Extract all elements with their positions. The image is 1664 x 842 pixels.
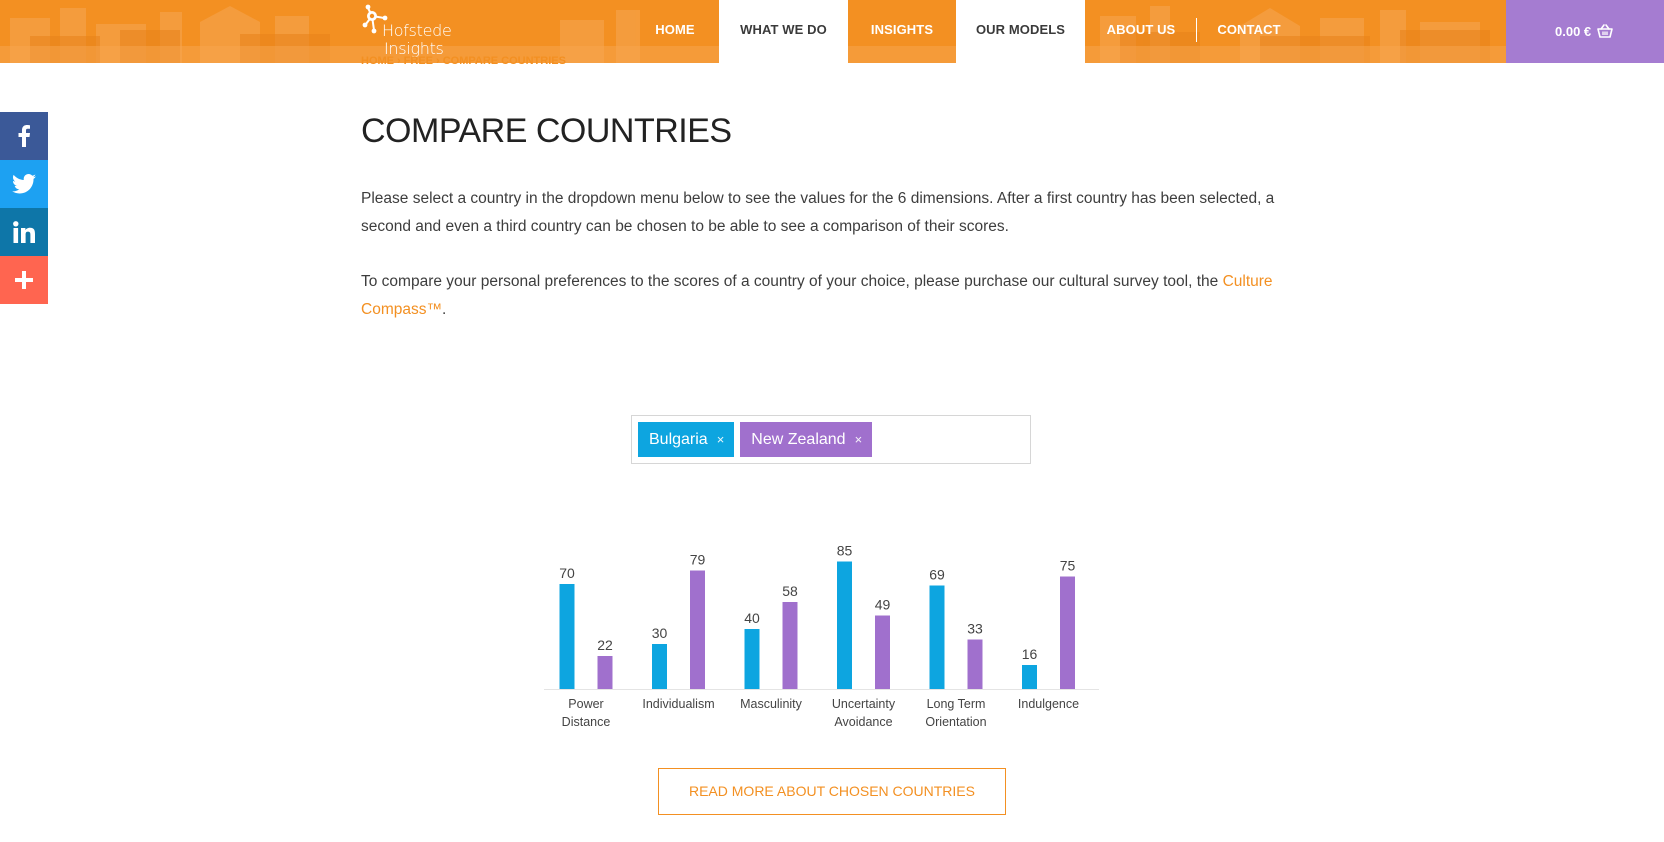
chart-data-label: 49 xyxy=(875,597,891,613)
share-twitter-button[interactable] xyxy=(0,160,48,208)
chart-bar xyxy=(1060,576,1075,689)
chart-data-label: 69 xyxy=(929,567,945,583)
breadcrumb-separator: › xyxy=(436,55,440,67)
chart-bar xyxy=(875,615,890,689)
share-facebook-button[interactable] xyxy=(0,112,48,160)
chart-category-label: Uncertainty xyxy=(832,697,896,711)
share-more-button[interactable] xyxy=(0,256,48,304)
basket-icon xyxy=(1597,23,1613,38)
nav-divider xyxy=(1196,18,1197,42)
logo-wordmark: Hofstede Insights xyxy=(382,22,452,58)
chart-data-label: 30 xyxy=(652,625,668,641)
remove-country-icon[interactable]: × xyxy=(855,432,863,447)
chart-bar xyxy=(597,656,613,689)
country-tag-bulgaria[interactable]: Bulgaria × xyxy=(638,422,735,457)
chart-data-label: 85 xyxy=(837,543,853,559)
chart-category-label: Long Term xyxy=(927,697,986,711)
intro-paragraph-2-text: To compare your personal preferences to … xyxy=(361,273,1223,290)
nav-what-we-do[interactable]: WHAT WE DO xyxy=(719,0,848,63)
chart-data-label: 22 xyxy=(597,637,613,653)
chart-data-label: 79 xyxy=(690,552,706,568)
chart-data-label: 70 xyxy=(559,565,575,581)
nav-insights[interactable]: INSIGHTS xyxy=(860,0,944,63)
nav-about-us[interactable]: ABOUT US xyxy=(1098,0,1184,63)
breadcrumb-current: COMPARE COUNTRIES xyxy=(442,55,566,67)
chart-bar xyxy=(837,561,852,689)
country-tag-label: Bulgaria xyxy=(649,430,708,448)
country-tag-new-zealand[interactable]: New Zealand × xyxy=(740,422,873,457)
country-tag-label: New Zealand xyxy=(751,430,846,448)
brand-logo[interactable]: Hofstede Insights xyxy=(360,2,480,58)
logo-line-1: Hofstede xyxy=(382,21,452,40)
intro-paragraph-2-end: . xyxy=(441,301,447,318)
plus-icon xyxy=(15,271,33,289)
cart-total: 0.00 € xyxy=(1555,23,1592,39)
twitter-icon xyxy=(12,174,36,194)
chart-category-label: Avoidance xyxy=(834,715,892,729)
remove-country-icon[interactable]: × xyxy=(717,432,725,447)
chart-data-label: 16 xyxy=(1022,646,1038,662)
site-header: Hofstede Insights HOME WHAT WE DO INSIGH… xyxy=(0,0,1664,63)
linkedin-icon xyxy=(13,221,35,243)
share-linkedin-button[interactable] xyxy=(0,208,48,256)
chart-category-label: Distance xyxy=(562,715,611,729)
country-selector[interactable]: Bulgaria × New Zealand × xyxy=(631,415,1031,464)
chart-bar xyxy=(1022,665,1037,689)
facebook-icon xyxy=(18,125,30,147)
social-share-bar xyxy=(0,112,48,304)
chart-category-label: Power xyxy=(568,697,603,711)
chart-category-label: Individualism xyxy=(642,697,714,711)
chart-data-label: 33 xyxy=(967,621,983,637)
dimension-comparison-chart: 70 22 Power Distance 30 79 Individualism 40 58 Ma… xyxy=(544,543,1099,729)
chart-data-label: 75 xyxy=(1060,558,1076,574)
chart-bar xyxy=(929,585,945,689)
chart-category-label: Orientation xyxy=(925,715,986,729)
chart-bar xyxy=(967,639,983,689)
chart-bar xyxy=(744,629,760,689)
intro-paragraph-2: To compare your personal preferences to … xyxy=(361,268,1301,324)
breadcrumb: HOME › FREE › COMPARE COUNTRIES xyxy=(361,55,566,67)
intro-paragraph-1: Please select a country in the dropdown … xyxy=(361,190,1275,235)
chart-data-label: 40 xyxy=(744,610,760,626)
intro-text: Please select a country in the dropdown … xyxy=(361,185,1301,351)
nav-our-models[interactable]: OUR MODELS xyxy=(956,0,1085,63)
breadcrumb-home[interactable]: HOME xyxy=(361,55,394,67)
chart-bar xyxy=(559,584,575,689)
read-more-button[interactable]: READ MORE ABOUT CHOSEN COUNTRIES xyxy=(658,768,1006,815)
chart-bar xyxy=(782,602,798,689)
chart-category-label: Indulgence xyxy=(1018,697,1079,711)
chart-category-label: Masculinity xyxy=(740,697,803,711)
page-title: COMPARE COUNTRIES xyxy=(361,112,732,150)
cart-button[interactable]: 0.00 € xyxy=(1555,0,1613,63)
chart-bar xyxy=(652,644,667,689)
breadcrumb-separator: › xyxy=(397,55,401,67)
breadcrumb-free[interactable]: FREE xyxy=(404,55,433,67)
nav-contact[interactable]: CONTACT xyxy=(1208,0,1290,63)
chart-bar xyxy=(690,570,705,689)
chart-data-label: 58 xyxy=(782,583,798,599)
nav-home[interactable]: HOME xyxy=(643,0,707,63)
